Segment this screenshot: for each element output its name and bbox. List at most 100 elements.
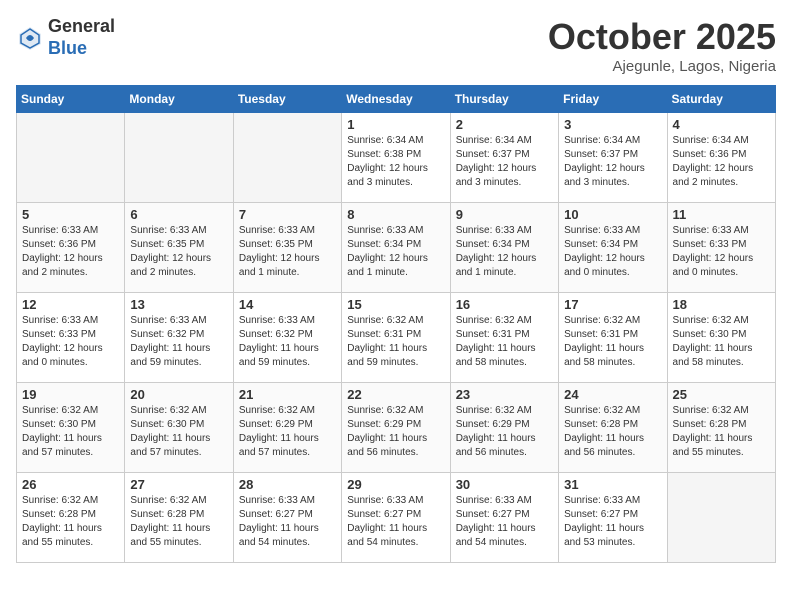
calendar-cell: 21Sunrise: 6:32 AM Sunset: 6:29 PM Dayli… xyxy=(233,383,341,473)
day-number: 27 xyxy=(130,477,227,492)
day-info: Sunrise: 6:33 AM Sunset: 6:27 PM Dayligh… xyxy=(347,494,444,550)
calendar-cell: 7Sunrise: 6:33 AM Sunset: 6:35 PM Daylig… xyxy=(233,203,341,293)
day-info: Sunrise: 6:33 AM Sunset: 6:33 PM Dayligh… xyxy=(22,314,119,370)
day-number: 10 xyxy=(564,207,661,222)
day-info: Sunrise: 6:32 AM Sunset: 6:28 PM Dayligh… xyxy=(22,494,119,550)
week-row-2: 5 Sunrise: 6:33 AM Sunset: 6:36 PM Daylig… xyxy=(17,203,776,293)
col-header-tuesday: Tuesday xyxy=(233,86,341,113)
calendar-cell xyxy=(125,113,233,203)
calendar-cell: 1 Sunrise: 6:34 AM Sunset: 6:38 PM Daylig… xyxy=(342,113,450,203)
day-number: 7 xyxy=(239,207,336,222)
day-info: Sunrise: 6:33 AM Sunset: 6:34 PM Dayligh… xyxy=(456,224,553,280)
calendar-cell: 11 Sunrise: 6:33 AM Sunset: 6:33 PM Dayli… xyxy=(667,203,775,293)
calendar-cell: 13Sunrise: 6:33 AM Sunset: 6:32 PM Dayli… xyxy=(125,293,233,383)
day-number: 29 xyxy=(347,477,444,492)
col-header-wednesday: Wednesday xyxy=(342,86,450,113)
day-number: 3 xyxy=(564,117,661,132)
day-info: Sunrise: 6:33 AM Sunset: 6:32 PM Dayligh… xyxy=(130,314,227,370)
week-row-5: 26 Sunrise: 6:32 AM Sunset: 6:28 PM Dayli… xyxy=(17,473,776,563)
calendar-cell: 23Sunrise: 6:32 AM Sunset: 6:29 PM Dayli… xyxy=(450,383,558,473)
calendar-cell: 10 Sunrise: 6:33 AM Sunset: 6:34 PM Dayli… xyxy=(559,203,667,293)
calendar-cell xyxy=(17,113,125,203)
calendar-cell: 14Sunrise: 6:33 AM Sunset: 6:32 PM Dayli… xyxy=(233,293,341,383)
day-number: 25 xyxy=(673,387,770,402)
day-info: Sunrise: 6:34 AM Sunset: 6:36 PM Dayligh… xyxy=(673,134,770,190)
day-info: Sunrise: 6:32 AM Sunset: 6:30 PM Dayligh… xyxy=(673,314,770,370)
day-info: Sunrise: 6:33 AM Sunset: 6:33 PM Dayligh… xyxy=(673,224,770,280)
location: Ajegunle, Lagos, Nigeria xyxy=(548,58,776,75)
week-row-4: 19 Sunrise: 6:32 AM Sunset: 6:30 PM Dayli… xyxy=(17,383,776,473)
day-number: 14 xyxy=(239,297,336,312)
calendar-cell: 24 Sunrise: 6:32 AM Sunset: 6:28 PM Dayli… xyxy=(559,383,667,473)
calendar-cell: 20 Sunrise: 6:32 AM Sunset: 6:30 PM Dayli… xyxy=(125,383,233,473)
day-number: 20 xyxy=(130,387,227,402)
day-info: Sunrise: 6:34 AM Sunset: 6:38 PM Dayligh… xyxy=(347,134,444,190)
day-info: Sunrise: 6:32 AM Sunset: 6:31 PM Dayligh… xyxy=(456,314,553,370)
calendar-cell: 28 Sunrise: 6:33 AM Sunset: 6:27 PM Dayli… xyxy=(233,473,341,563)
day-number: 23 xyxy=(456,387,553,402)
day-number: 15 xyxy=(347,297,444,312)
col-header-saturday: Saturday xyxy=(667,86,775,113)
calendar-cell: 5 Sunrise: 6:33 AM Sunset: 6:36 PM Daylig… xyxy=(17,203,125,293)
day-number: 8 xyxy=(347,207,444,222)
title-block: October 2025 Ajegunle, Lagos, Nigeria xyxy=(548,16,776,75)
day-info: Sunrise: 6:33 AM Sunset: 6:34 PM Dayligh… xyxy=(347,224,444,280)
calendar-cell: 16 Sunrise: 6:32 AM Sunset: 6:31 PM Dayli… xyxy=(450,293,558,383)
calendar-cell: 17 Sunrise: 6:32 AM Sunset: 6:31 PM Dayli… xyxy=(559,293,667,383)
calendar-cell: 30 Sunrise: 6:33 AM Sunset: 6:27 PM Dayli… xyxy=(450,473,558,563)
day-info: Sunrise: 6:32 AM Sunset: 6:31 PM Dayligh… xyxy=(347,314,444,370)
calendar-cell: 6Sunrise: 6:33 AM Sunset: 6:35 PM Daylig… xyxy=(125,203,233,293)
calendar-cell: 31Sunrise: 6:33 AM Sunset: 6:27 PM Dayli… xyxy=(559,473,667,563)
page-header: General Blue October 2025 Ajegunle, Lago… xyxy=(16,16,776,75)
logo-icon xyxy=(16,24,44,52)
day-number: 28 xyxy=(239,477,336,492)
calendar-cell: 22 Sunrise: 6:32 AM Sunset: 6:29 PM Dayli… xyxy=(342,383,450,473)
day-number: 4 xyxy=(673,117,770,132)
calendar-cell: 15 Sunrise: 6:32 AM Sunset: 6:31 PM Dayli… xyxy=(342,293,450,383)
day-info: Sunrise: 6:33 AM Sunset: 6:34 PM Dayligh… xyxy=(564,224,661,280)
calendar-cell: 18Sunrise: 6:32 AM Sunset: 6:30 PM Dayli… xyxy=(667,293,775,383)
day-info: Sunrise: 6:32 AM Sunset: 6:28 PM Dayligh… xyxy=(673,404,770,460)
day-info: Sunrise: 6:32 AM Sunset: 6:28 PM Dayligh… xyxy=(564,404,661,460)
week-row-1: 1 Sunrise: 6:34 AM Sunset: 6:38 PM Daylig… xyxy=(17,113,776,203)
day-info: Sunrise: 6:32 AM Sunset: 6:28 PM Dayligh… xyxy=(130,494,227,550)
day-info: Sunrise: 6:32 AM Sunset: 6:31 PM Dayligh… xyxy=(564,314,661,370)
day-number: 31 xyxy=(564,477,661,492)
col-header-monday: Monday xyxy=(125,86,233,113)
day-info: Sunrise: 6:32 AM Sunset: 6:29 PM Dayligh… xyxy=(347,404,444,460)
day-number: 2 xyxy=(456,117,553,132)
day-info: Sunrise: 6:32 AM Sunset: 6:30 PM Dayligh… xyxy=(130,404,227,460)
calendar-cell xyxy=(233,113,341,203)
col-header-sunday: Sunday xyxy=(17,86,125,113)
day-info: Sunrise: 6:34 AM Sunset: 6:37 PM Dayligh… xyxy=(564,134,661,190)
day-number: 11 xyxy=(673,207,770,222)
calendar-cell: 8 Sunrise: 6:33 AM Sunset: 6:34 PM Daylig… xyxy=(342,203,450,293)
day-info: Sunrise: 6:32 AM Sunset: 6:30 PM Dayligh… xyxy=(22,404,119,460)
calendar-cell: 12 Sunrise: 6:33 AM Sunset: 6:33 PM Dayli… xyxy=(17,293,125,383)
day-number: 22 xyxy=(347,387,444,402)
calendar-cell: 29 Sunrise: 6:33 AM Sunset: 6:27 PM Dayli… xyxy=(342,473,450,563)
day-number: 1 xyxy=(347,117,444,132)
calendar-cell: 25 Sunrise: 6:32 AM Sunset: 6:28 PM Dayli… xyxy=(667,383,775,473)
day-number: 17 xyxy=(564,297,661,312)
day-number: 5 xyxy=(22,207,119,222)
day-info: Sunrise: 6:34 AM Sunset: 6:37 PM Dayligh… xyxy=(456,134,553,190)
day-number: 19 xyxy=(22,387,119,402)
calendar-cell: 19 Sunrise: 6:32 AM Sunset: 6:30 PM Dayli… xyxy=(17,383,125,473)
col-header-thursday: Thursday xyxy=(450,86,558,113)
day-number: 24 xyxy=(564,387,661,402)
calendar-cell: 26 Sunrise: 6:32 AM Sunset: 6:28 PM Dayli… xyxy=(17,473,125,563)
day-number: 26 xyxy=(22,477,119,492)
calendar-cell: 27 Sunrise: 6:32 AM Sunset: 6:28 PM Dayli… xyxy=(125,473,233,563)
day-info: Sunrise: 6:33 AM Sunset: 6:27 PM Dayligh… xyxy=(456,494,553,550)
day-info: Sunrise: 6:33 AM Sunset: 6:27 PM Dayligh… xyxy=(239,494,336,550)
day-number: 9 xyxy=(456,207,553,222)
calendar-table: SundayMondayTuesdayWednesdayThursdayFrid… xyxy=(16,85,776,563)
day-number: 16 xyxy=(456,297,553,312)
calendar-cell: 4 Sunrise: 6:34 AM Sunset: 6:36 PM Daylig… xyxy=(667,113,775,203)
day-info: Sunrise: 6:33 AM Sunset: 6:36 PM Dayligh… xyxy=(22,224,119,280)
day-number: 30 xyxy=(456,477,553,492)
day-number: 12 xyxy=(22,297,119,312)
calendar-cell: 3 Sunrise: 6:34 AM Sunset: 6:37 PM Daylig… xyxy=(559,113,667,203)
day-number: 6 xyxy=(130,207,227,222)
